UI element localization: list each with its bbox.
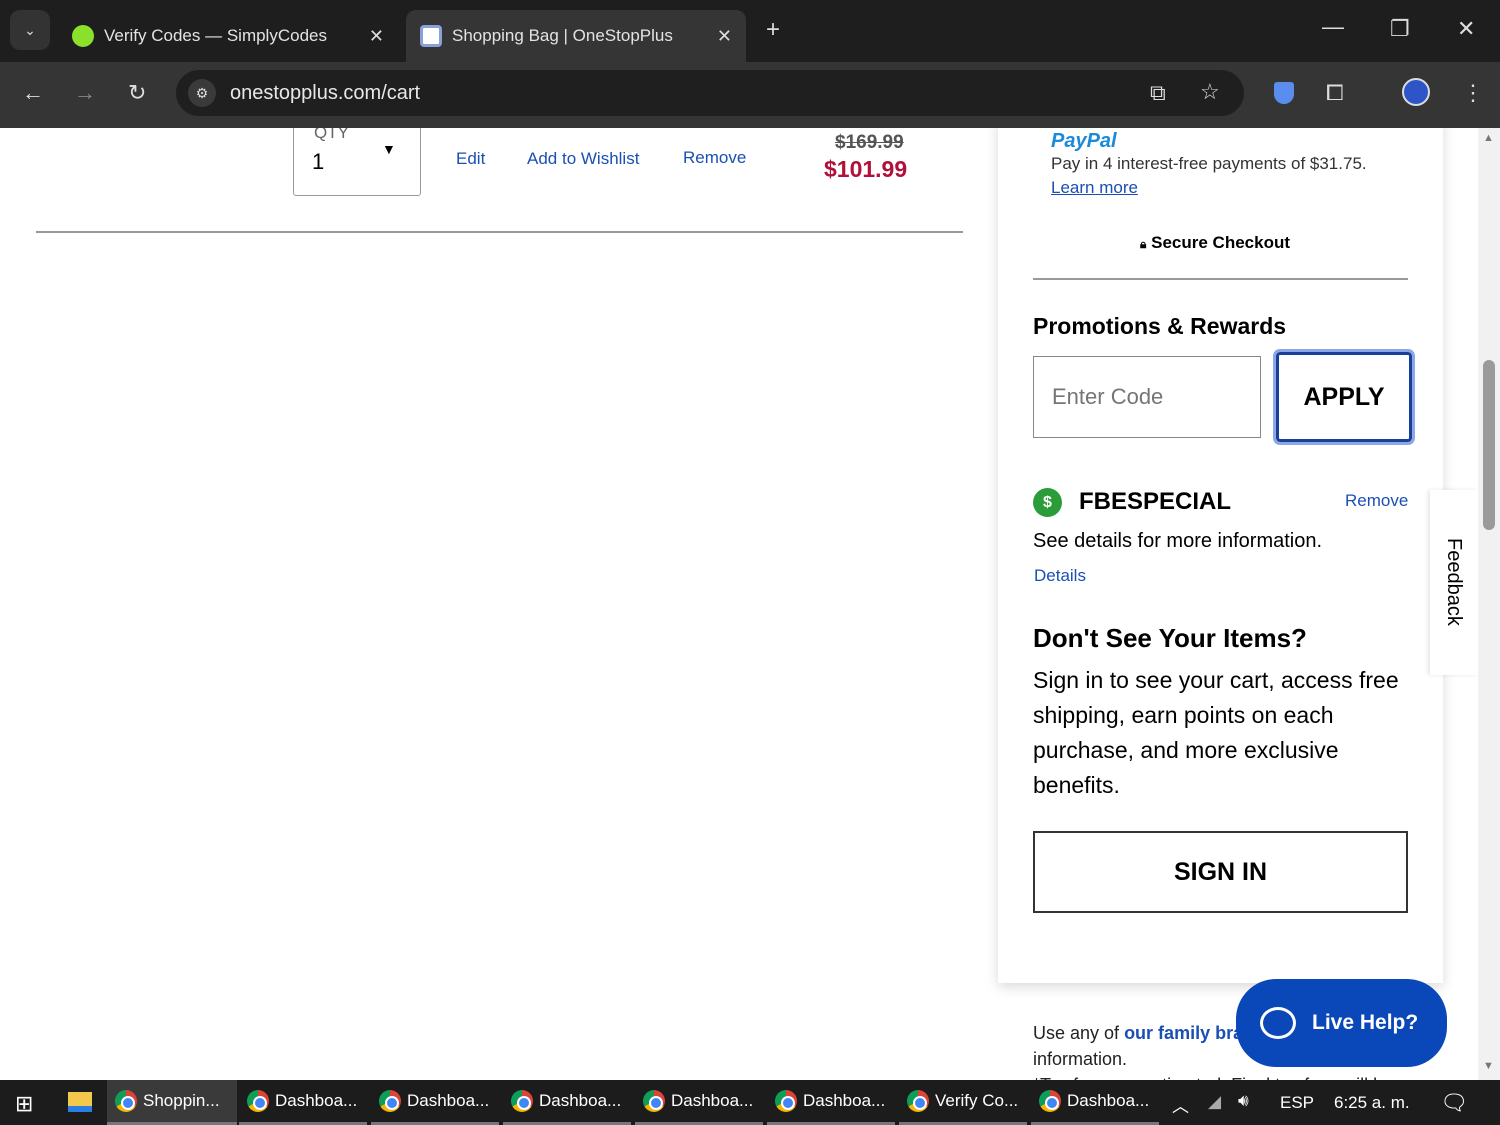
scrollbar[interactable]: ▲ ▼ (1478, 128, 1500, 1080)
chrome-icon (511, 1090, 533, 1112)
chrome-icon (247, 1090, 269, 1112)
chrome-icon (907, 1090, 929, 1112)
sale-price: $101.99 (824, 156, 908, 182)
back-icon[interactable]: ← (22, 80, 44, 106)
chrome-icon (379, 1090, 401, 1112)
new-tab-icon[interactable]: + (766, 16, 780, 44)
tab-shopping-bag[interactable]: Shopping Bag | OneStopPlus ✕ (406, 10, 746, 62)
volume-icon[interactable]: 🔊︎ (1238, 1091, 1249, 1111)
coupon-dollar-icon: $ (1033, 488, 1062, 517)
url-text: onestopplus.com/cart (230, 81, 421, 104)
taskbar-item[interactable]: Dashboa... (239, 1080, 367, 1125)
onestopplus-favicon-icon (420, 25, 442, 47)
qty-label: QTY (314, 128, 349, 142)
chat-bubble-icon (1260, 1007, 1296, 1039)
tab-search-button[interactable]: ⌄ (10, 10, 50, 50)
simplycodes-favicon-icon (72, 25, 94, 47)
live-help-button[interactable]: Live Help? (1236, 979, 1447, 1067)
remove-item-link[interactable]: Remove (683, 148, 746, 168)
divider (1033, 278, 1408, 280)
language-indicator[interactable]: ESP (1280, 1093, 1314, 1113)
dropdown-arrow-icon: ▼ (382, 141, 396, 157)
learn-more-link[interactable]: Learn more (1051, 178, 1138, 198)
menu-icon[interactable]: ⋮ (1462, 80, 1484, 106)
page-content: QTY 1 ▼ Edit Add to Wishlist Remove $169… (0, 128, 1478, 1080)
tab-bar: ⌄ Verify Codes — SimplyCodes ✕ Shopping … (0, 0, 1500, 62)
close-tab-icon[interactable]: ✕ (369, 26, 384, 47)
reload-icon[interactable]: ↻ (128, 80, 146, 106)
lock-icon: 🔒︎ (1140, 237, 1147, 251)
order-summary-card: PayPal Pay in 4 interest-free payments o… (998, 128, 1443, 983)
secure-checkout: 🔒︎ Secure Checkout (1140, 233, 1291, 252)
scroll-down-icon[interactable]: ▼ (1483, 1060, 1494, 1072)
clock[interactable]: 6:25 a. m. (1334, 1093, 1410, 1113)
extensions-icon[interactable]: ⧠ (1326, 80, 1344, 106)
chrome-icon (643, 1090, 665, 1112)
file-explorer-icon[interactable] (68, 1092, 92, 1112)
family-brands-link[interactable]: our family bra (1124, 1023, 1243, 1043)
original-price: $169.99 (835, 132, 904, 153)
divider (36, 231, 963, 233)
taskbar-item[interactable]: Dashboa... (371, 1080, 499, 1125)
signin-heading: Don't See Your Items? (1033, 623, 1307, 653)
close-tab-icon[interactable]: ✕ (717, 26, 732, 47)
taskbar-item[interactable]: Dashboa... (503, 1080, 631, 1125)
coupon-description: See details for more information. (1033, 530, 1323, 552)
coupon-code: FBESPECIAL (1079, 488, 1232, 515)
taskbar: ⊞ Shoppin... Dashboa... Dashboa... Dashb… (0, 1080, 1500, 1125)
details-link[interactable]: Details (1034, 566, 1086, 586)
bookmark-star-icon[interactable]: ☆ (1200, 79, 1220, 105)
chrome-icon (115, 1090, 137, 1112)
address-bar[interactable]: ⚙ onestopplus.com/cart ⧉ ☆ (176, 70, 1244, 116)
minimize-icon[interactable]: — (1322, 14, 1344, 40)
notifications-icon[interactable]: 🗨︎ (1440, 1090, 1468, 1116)
promotions-heading: Promotions & Rewards (1033, 313, 1287, 339)
chrome-icon (1039, 1090, 1061, 1112)
scrollbar-thumb[interactable] (1483, 360, 1495, 530)
qty-select[interactable]: QTY 1 ▼ (293, 128, 421, 196)
tab-title: Shopping Bag | OneStopPlus (452, 26, 673, 45)
sign-in-button[interactable]: SIGN IN (1033, 831, 1408, 913)
site-settings-icon[interactable]: ⚙ (188, 79, 216, 107)
taskbar-item[interactable]: Dashboa... (635, 1080, 763, 1125)
edit-link[interactable]: Edit (456, 149, 485, 169)
show-hidden-icons-icon[interactable]: ︿ (1172, 1092, 1189, 1117)
scroll-up-icon[interactable]: ▲ (1483, 132, 1494, 144)
add-to-wishlist-link[interactable]: Add to Wishlist (527, 149, 639, 169)
taskbar-item[interactable]: Dashboa... (767, 1080, 895, 1125)
taskbar-item[interactable]: Verify Co... (899, 1080, 1027, 1125)
taskbar-item[interactable]: Dashboa... (1031, 1080, 1159, 1125)
taskbar-item[interactable]: Shoppin... (107, 1080, 237, 1125)
restore-icon[interactable]: ❐ (1390, 16, 1410, 42)
signin-text: Sign in to see your cart, access free sh… (1033, 667, 1399, 798)
tab-verify-codes[interactable]: Verify Codes — SimplyCodes ✕ (58, 10, 398, 62)
extension-shield-icon[interactable] (1274, 82, 1294, 104)
tab-title: Verify Codes — SimplyCodes (104, 26, 327, 45)
close-window-icon[interactable]: ✕ (1457, 16, 1475, 42)
feedback-tab[interactable]: Feedback (1430, 490, 1478, 675)
profile-avatar[interactable] (1402, 78, 1430, 106)
forward-icon[interactable]: → (74, 80, 96, 106)
wifi-icon[interactable]: ◢ (1208, 1092, 1221, 1112)
promo-code-input[interactable] (1033, 356, 1261, 438)
paypal-text: Pay in 4 interest-free payments of $31.7… (1051, 154, 1367, 173)
qty-value: 1 (312, 149, 325, 174)
chrome-icon (775, 1090, 797, 1112)
translate-icon[interactable]: ⧉ (1150, 80, 1166, 106)
windows-start-icon[interactable]: ⊞ (15, 1091, 33, 1117)
paypal-logo: PayPal (1051, 130, 1117, 152)
remove-coupon-link[interactable]: Remove (1345, 491, 1408, 511)
apply-button[interactable]: APPLY (1273, 349, 1415, 445)
